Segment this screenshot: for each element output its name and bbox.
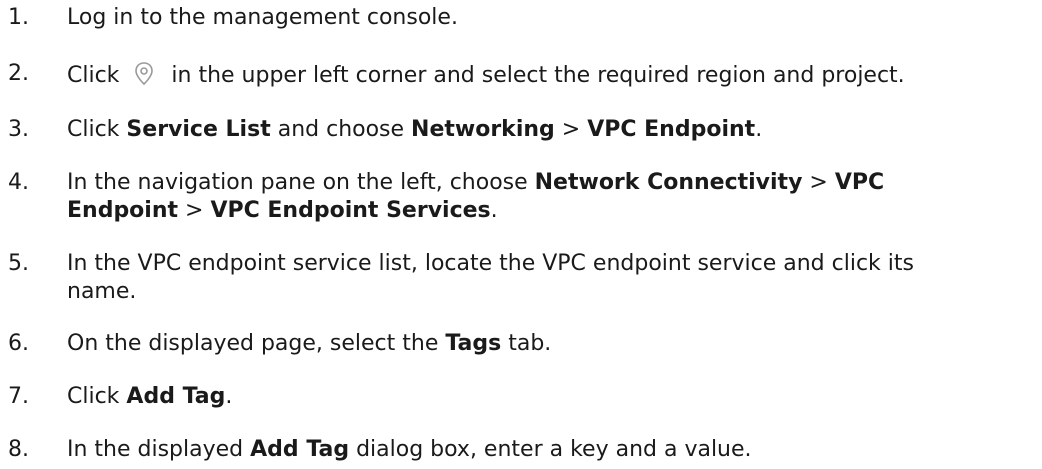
ui-term-network-connectivity: Network Connectivity <box>534 170 803 195</box>
step-number: 6. <box>8 331 29 356</box>
step-text: Click Service List and choose Networking… <box>67 116 1027 144</box>
step-text: On the displayed page, select the Tags t… <box>67 330 1027 358</box>
step-text-segment: and choose <box>270 117 412 142</box>
step-text-segment: > <box>802 170 835 195</box>
step-number: 2. <box>8 61 29 86</box>
ui-term-vpc: VPC <box>834 170 885 195</box>
step-text-segment: Click <box>67 63 127 88</box>
step-text-segment: name. <box>67 279 137 304</box>
step-text: Log in to the management console. <box>67 4 1027 32</box>
step-number: 5. <box>8 251 29 276</box>
step-text-segment: dialog box, enter a key and a value. <box>349 437 752 462</box>
ui-term-endpoint: Endpoint <box>67 198 179 223</box>
step-text-segment: . <box>225 384 233 409</box>
step-number: 8. <box>8 437 29 462</box>
step-text-line-2: Endpoint > VPC Endpoint Services. <box>67 197 1027 225</box>
ui-term-tags: Tags <box>445 331 502 356</box>
ui-term-add-tag: Add Tag <box>250 437 350 462</box>
step-text: In the navigation pane on the left, choo… <box>67 169 1027 225</box>
step-text-segment: . <box>755 117 763 142</box>
ui-term-networking: Networking <box>411 117 555 142</box>
step-text-segment: . <box>490 198 498 223</box>
step-text-segment: In the displayed <box>67 437 251 462</box>
step-text-segment: Click <box>67 384 127 409</box>
step-text-segment: In the navigation pane on the left, choo… <box>67 170 535 195</box>
step-text-segment: Click <box>67 117 127 142</box>
step-number: 7. <box>8 384 29 409</box>
location-pin-icon[interactable] <box>130 60 158 88</box>
step-text: Click in the upper left corner and selec… <box>67 60 1027 90</box>
step-text: In the VPC endpoint service list, locate… <box>67 250 1027 306</box>
step-text-line-2: name. <box>67 278 1027 306</box>
step-text-segment: tab. <box>501 331 552 356</box>
step-text-segment: On the displayed page, select the <box>67 331 446 356</box>
step-number: 3. <box>8 117 29 142</box>
ui-term-add-tag: Add Tag <box>126 384 226 409</box>
step-text-segment: Log in to the management console. <box>67 5 458 30</box>
step-text-segment: in the upper left corner and select the … <box>164 63 905 88</box>
ui-term-service-list: Service List <box>126 117 271 142</box>
step-text: Click Add Tag. <box>67 383 1027 411</box>
step-text-segment: > <box>554 117 588 142</box>
step-text: In the displayed Add Tag dialog box, ent… <box>67 436 1027 464</box>
step-text-segment: In the VPC endpoint service list, locate… <box>67 251 914 276</box>
ui-term-vpc-endpoint: VPC Endpoint <box>587 117 756 142</box>
step-number: 1. <box>8 5 29 30</box>
step-text-segment: > <box>178 198 211 223</box>
ui-term-vpc-endpoint-services: VPC Endpoint Services <box>210 198 491 223</box>
step-number: 4. <box>8 170 29 195</box>
